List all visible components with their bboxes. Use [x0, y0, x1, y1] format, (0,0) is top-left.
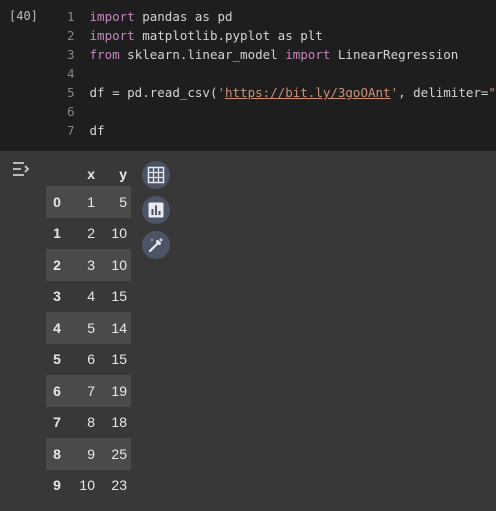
- convert-to-interactive-table-button[interactable]: [142, 161, 170, 189]
- table-row: 1 2 10: [46, 218, 131, 250]
- row-index: 8: [53, 445, 61, 462]
- code-line-6[interactable]: 6: [67, 102, 82, 121]
- cell-x: 7: [87, 382, 95, 399]
- cell-y: 15: [111, 288, 127, 305]
- cell-x: 1: [87, 193, 95, 210]
- cell-y: 19: [111, 382, 127, 399]
- code-line-2[interactable]: 2 import matplotlib.pyplot as plt: [67, 26, 323, 45]
- cell-y: 15: [111, 351, 127, 368]
- table-row: 7 8 18: [46, 407, 131, 439]
- row-index: 4: [53, 319, 61, 336]
- cell-y: 18: [111, 414, 127, 431]
- generate-code-button[interactable]: [142, 231, 170, 259]
- table-row: 2 3 10: [46, 249, 131, 281]
- cell-y: 25: [111, 445, 127, 462]
- cell-y: 23: [111, 477, 127, 494]
- suggest-charts-button[interactable]: [142, 196, 170, 224]
- output-area: x y 015 1 2 10 2 3 10 3 4 15 4 5 14 5 6 15 6 7 19 78…: [0, 151, 496, 511]
- code-cell[interactable]: [40] 1 import pandas as pd 2 import matp…: [0, 0, 496, 151]
- cell-x: 10: [79, 477, 95, 494]
- code-line-1[interactable]: 1 import pandas as pd: [67, 7, 233, 26]
- output-collapse-icon[interactable]: [11, 158, 33, 180]
- cell-x: 5: [87, 319, 95, 336]
- cell-x: 9: [87, 445, 95, 462]
- csv-url-link[interactable]: https://bit.ly/3goOAnt: [225, 85, 391, 100]
- code-line-7[interactable]: 7 df: [67, 121, 105, 140]
- execution-count: [40]: [9, 9, 38, 23]
- table-row: 3 4 15: [46, 281, 131, 313]
- table-row: 9 10 23: [46, 470, 131, 502]
- row-index: 6: [53, 382, 61, 399]
- row-index: 5: [53, 351, 61, 368]
- table-row: 0 1 5: [46, 186, 131, 218]
- cell-y: 14: [111, 319, 127, 336]
- table-row: 5 6 15: [46, 344, 131, 376]
- row-index: 2: [53, 256, 61, 273]
- code-line-4[interactable]: 4: [67, 64, 82, 83]
- cell-x: 6: [87, 351, 95, 368]
- cell-x: 2: [87, 225, 95, 242]
- row-index: 9: [53, 477, 61, 494]
- cell-y: 10: [111, 225, 127, 242]
- cell-y: 10: [111, 256, 127, 273]
- table-header-row: x y: [46, 162, 131, 186]
- row-index: 1: [53, 225, 61, 242]
- row-index: 7: [53, 414, 61, 431]
- code-line-5[interactable]: 5 df = pd.read_csv('https://bit.ly/3goOA…: [67, 83, 496, 102]
- cell-x: 4: [87, 288, 95, 305]
- table-row: 8 9 25: [46, 438, 131, 470]
- cell-x: 3: [87, 256, 95, 273]
- table-row: 4 5 14: [46, 312, 131, 344]
- table-row: 6 7 19: [46, 375, 131, 407]
- column-header-y[interactable]: y: [98, 162, 131, 186]
- cell-y: 5: [119, 193, 127, 210]
- code-line-3[interactable]: 3 from sklearn.linear_model import Linea…: [67, 45, 458, 64]
- column-header-x[interactable]: x: [68, 162, 98, 186]
- row-index: 0: [53, 193, 61, 210]
- dataframe-table: x y 015 1 2 10 2 3 10 3 4 15 4 5 14 5 6 15 6 7 19 78…: [46, 162, 131, 501]
- cell-x: 8: [87, 414, 95, 431]
- row-index: 3: [53, 288, 61, 305]
